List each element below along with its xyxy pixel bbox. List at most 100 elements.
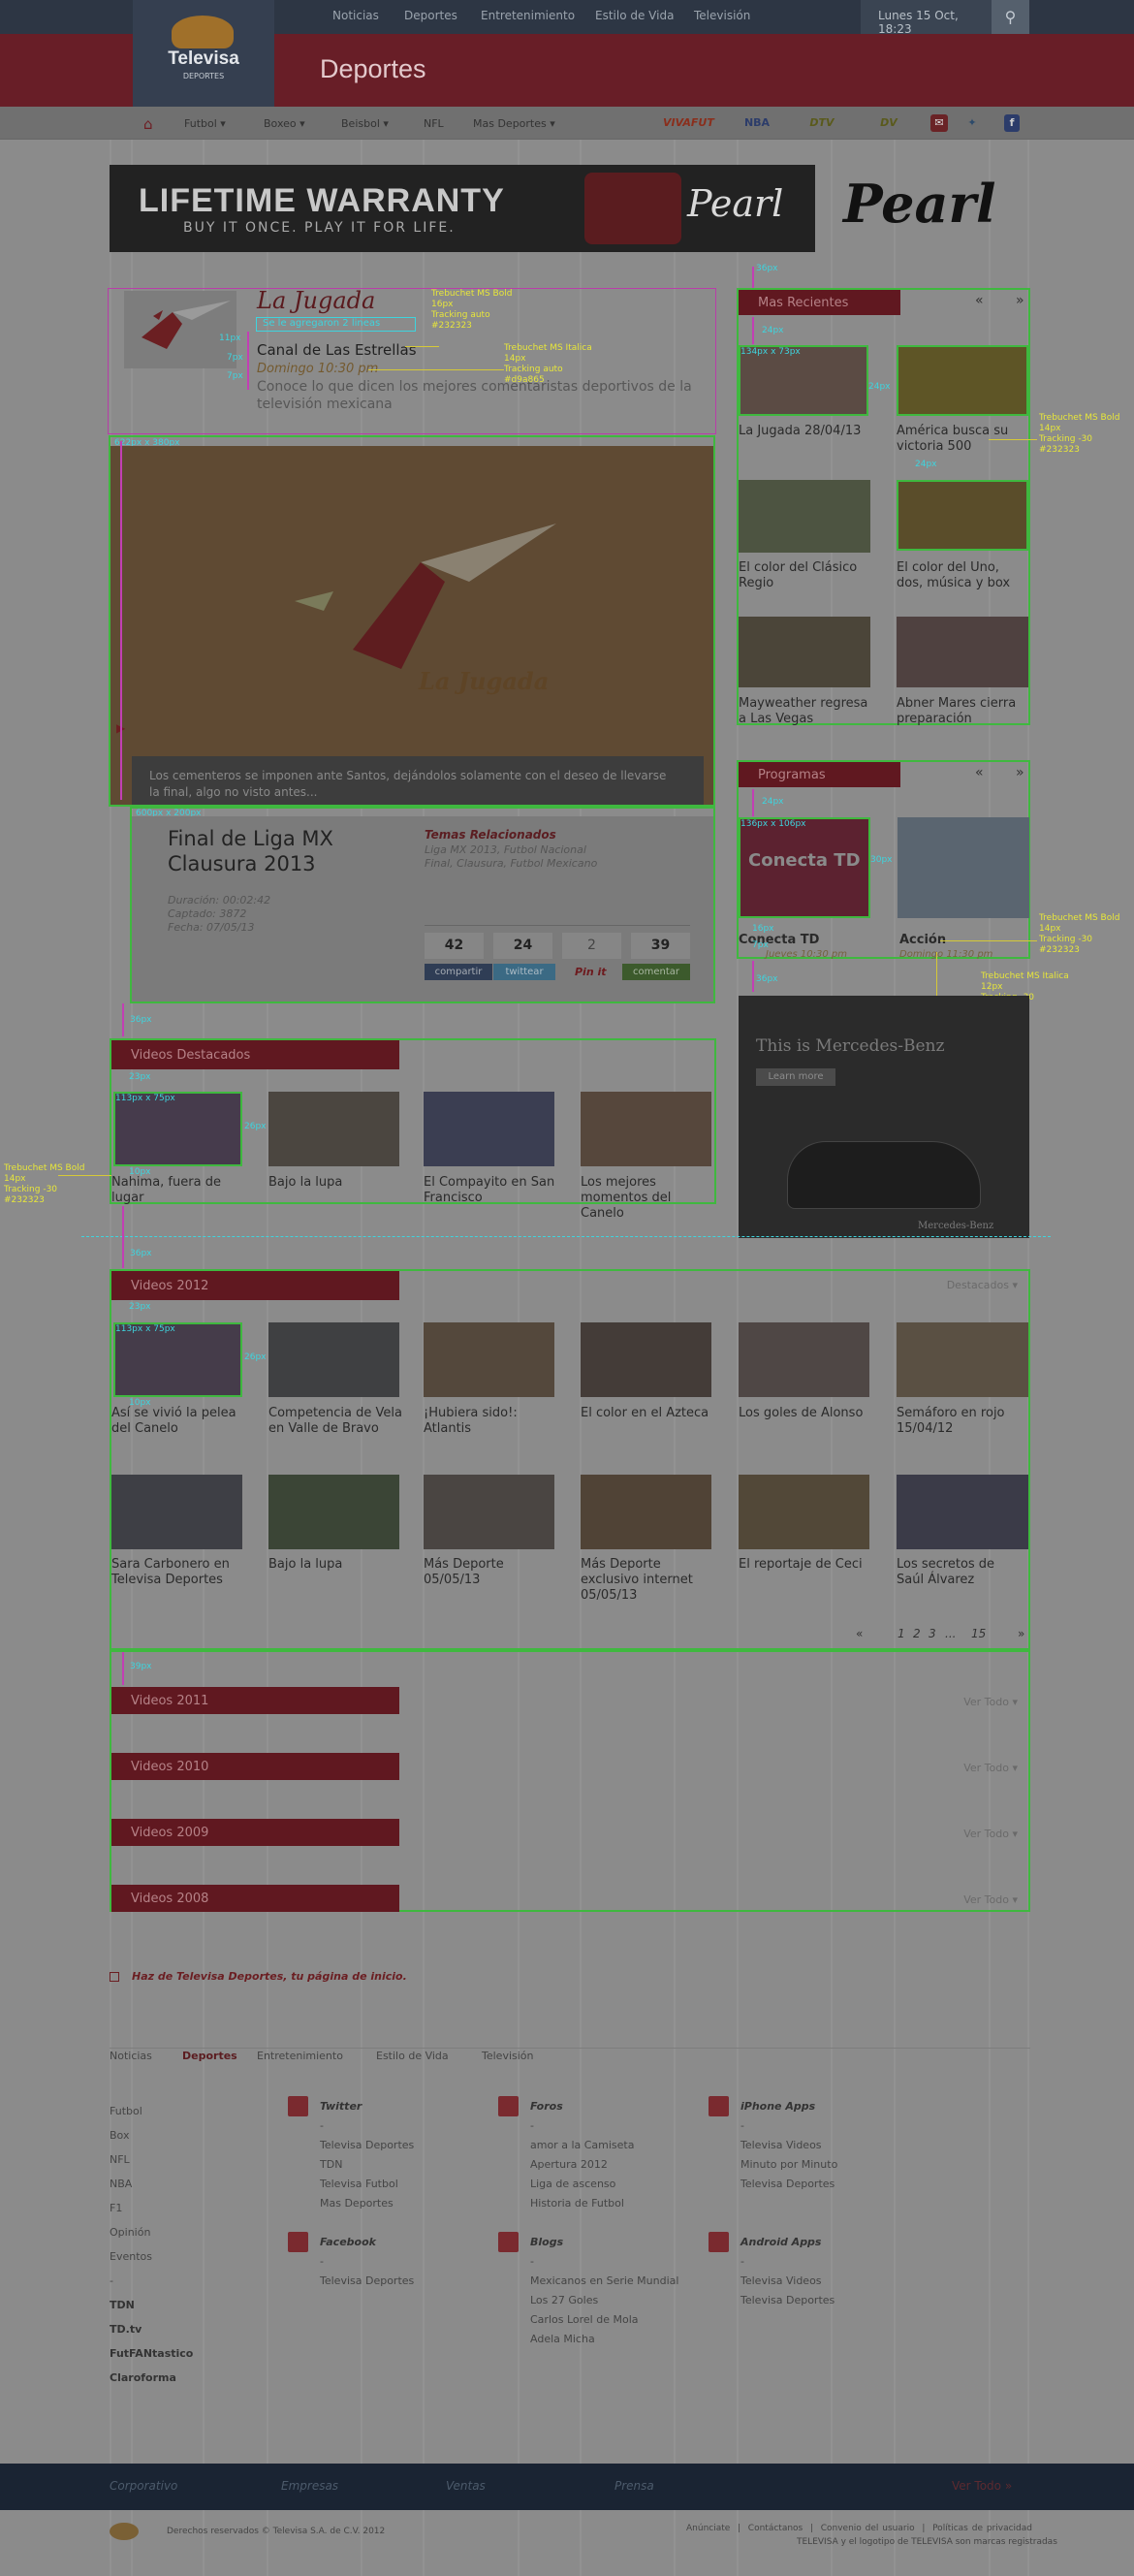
subnav-beisbol[interactable]: Beisbol ▾: [341, 117, 389, 130]
pagination-next-icon[interactable]: »: [1018, 1627, 1024, 1640]
v2012-thumb-5[interactable]: [739, 1322, 869, 1397]
prev-arrow-icon[interactable]: «: [975, 293, 984, 308]
twitter-icon[interactable]: ✦: [963, 114, 981, 132]
forum-icon[interactable]: [498, 2096, 519, 2116]
featured-thumb-2[interactable]: [268, 1092, 399, 1166]
corporate-link[interactable]: Corporativo: [110, 2479, 177, 2493]
top-link-noticias[interactable]: Noticias: [332, 9, 379, 22]
brand-vivafut[interactable]: VIVAFUT: [663, 114, 714, 132]
featured-caption-2[interactable]: Bajo la lupa: [268, 1175, 394, 1191]
featured-caption-1[interactable]: Nahima, fuera de lugar: [111, 1175, 237, 1206]
page-15[interactable]: 15: [971, 1627, 986, 1640]
videos2010-title[interactable]: Videos 2010: [111, 1753, 399, 1780]
related-line-1[interactable]: Liga MX 2013, Futbol Nacional: [425, 843, 586, 856]
videos2009-more[interactable]: Ver Todo ▾: [930, 1828, 1018, 1840]
v2012-thumb-4[interactable]: [581, 1322, 711, 1397]
footer-link[interactable]: TDN: [320, 2155, 414, 2175]
footer-link[interactable]: Televisa Deportes: [320, 2136, 414, 2155]
empresas-link[interactable]: Empresas: [281, 2479, 338, 2493]
televisa-small-logo[interactable]: [110, 2523, 139, 2540]
v2012-caption-11[interactable]: El reportaje de Ceci: [739, 1557, 874, 1573]
v2012-caption-12[interactable]: Los secretos de Saúl Álvarez: [897, 1557, 1023, 1588]
twitter-icon[interactable]: [288, 2096, 308, 2116]
footer-link[interactable]: Eventos: [110, 2244, 206, 2269]
recent-caption-5[interactable]: Mayweather regresa a Las Vegas: [739, 696, 870, 727]
footer-link[interactable]: FutFANtastico: [110, 2341, 206, 2366]
v2012-thumb-2[interactable]: [268, 1322, 399, 1397]
recent-thumb-3[interactable]: [739, 480, 870, 553]
footer-link[interactable]: F1: [110, 2196, 206, 2220]
footer-link[interactable]: Liga de ascenso: [530, 2175, 634, 2194]
footer-nav-noticias[interactable]: Noticias: [110, 2047, 152, 2066]
legal-link[interactable]: Contáctanos: [748, 2524, 803, 2533]
footer-link[interactable]: Futbol: [110, 2099, 206, 2123]
footer-link[interactable]: Televisa Futbol: [320, 2175, 414, 2194]
footer-link[interactable]: NBA: [110, 2172, 206, 2196]
recent-caption-3[interactable]: El color del Clásico Regio: [739, 560, 870, 591]
footer-link[interactable]: Carlos Lorel de Mola: [530, 2310, 678, 2330]
facebook-icon[interactable]: [288, 2232, 308, 2252]
share-facebook-button[interactable]: compartir: [425, 964, 492, 980]
comment-button[interactable]: comentar: [622, 964, 690, 980]
v2012-thumb-7[interactable]: [111, 1475, 242, 1549]
footer-link[interactable]: Televisa Deportes: [740, 2291, 835, 2310]
v2012-caption-1[interactable]: Así se vivió la pelea del Canelo: [111, 1406, 247, 1437]
recent-caption-4[interactable]: El color del Uno, dos, música y box: [897, 560, 1028, 591]
legal-link[interactable]: Políticas de privacidad: [932, 2524, 1032, 2533]
videos2011-title[interactable]: Videos 2011: [111, 1687, 399, 1714]
footer-link[interactable]: Claroforma: [110, 2366, 206, 2390]
mercedes-cta[interactable]: Learn more: [756, 1068, 835, 1086]
featured-thumb-3[interactable]: [424, 1092, 554, 1166]
homepage-checkbox[interactable]: [110, 1972, 119, 1982]
recent-caption-6[interactable]: Abner Mares cierra preparación: [897, 696, 1028, 727]
videos2010-more[interactable]: Ver Todo ▾: [930, 1762, 1018, 1774]
videos2008-title[interactable]: Videos 2008: [111, 1885, 399, 1912]
videos2012-filter[interactable]: Destacados ▾: [926, 1279, 1018, 1291]
prensa-link[interactable]: Prensa: [614, 2479, 654, 2493]
v2012-caption-5[interactable]: Los goles de Alonso: [739, 1406, 874, 1421]
footer-link[interactable]: Televisa Deportes: [740, 2175, 837, 2194]
homepage-note[interactable]: Haz de Televisa Deportes, tu página de i…: [132, 1970, 407, 1983]
v2012-thumb-9[interactable]: [424, 1475, 554, 1549]
facebook-icon[interactable]: f: [1004, 114, 1020, 132]
v2012-caption-2[interactable]: Competencia de Vela en Valle de Bravo: [268, 1406, 404, 1437]
recent-caption-1[interactable]: La Jugada 28/04/13: [739, 424, 870, 439]
subnav-boxeo[interactable]: Boxeo ▾: [264, 117, 305, 130]
footer-link[interactable]: Los 27 Goles: [530, 2291, 678, 2310]
v2012-caption-9[interactable]: Más Deporte 05/05/13: [424, 1557, 559, 1588]
brand-dtv[interactable]: DTV: [803, 114, 841, 132]
recent-thumb-5[interactable]: [739, 617, 870, 687]
videos2008-more[interactable]: Ver Todo ▾: [930, 1893, 1018, 1906]
v2012-caption-6[interactable]: Semáforo en rojo 15/04/12: [897, 1406, 1023, 1437]
v2012-thumb-11[interactable]: [739, 1475, 869, 1549]
footer-link[interactable]: Minuto por Minuto: [740, 2155, 837, 2175]
recent-thumb-6[interactable]: [897, 617, 1028, 687]
v2012-thumb-8[interactable]: [268, 1475, 399, 1549]
brand-nba[interactable]: NBA: [739, 114, 775, 132]
footer-link[interactable]: NFL: [110, 2147, 206, 2172]
v2012-caption-3[interactable]: ¡Hubiera sido!: Atlantis: [424, 1406, 550, 1437]
android-icon[interactable]: [709, 2232, 729, 2252]
footer-link[interactable]: Apertura 2012: [530, 2155, 634, 2175]
brand-dv[interactable]: DV: [872, 114, 905, 132]
footer-link[interactable]: Mexicanos en Serie Mundial: [530, 2272, 678, 2291]
featured-caption-4[interactable]: Los mejores momentos del Canelo: [581, 1175, 716, 1222]
mail-icon[interactable]: ✉: [930, 114, 948, 132]
v2012-thumb-12[interactable]: [897, 1475, 1028, 1549]
v2012-caption-8[interactable]: Bajo la lupa: [268, 1557, 404, 1573]
footer-link[interactable]: TDN: [110, 2293, 206, 2317]
footer-nav-estilo[interactable]: Estilo de Vida: [376, 2047, 449, 2066]
subnav-nfl[interactable]: NFL: [424, 117, 444, 130]
v2012-thumb-6[interactable]: [897, 1322, 1028, 1397]
iphone-icon[interactable]: [709, 2096, 729, 2116]
videos2011-more[interactable]: Ver Todo ▾: [930, 1696, 1018, 1708]
home-icon[interactable]: ⌂: [143, 115, 153, 133]
top-link-television[interactable]: Televisión: [694, 9, 750, 22]
ad-side-brand[interactable]: Pearl: [843, 173, 995, 235]
footer-link[interactable]: Historia de Futbol: [530, 2194, 634, 2213]
page-1[interactable]: 1: [898, 1627, 905, 1640]
next-arrow-icon[interactable]: »: [1016, 293, 1024, 308]
legal-link[interactable]: Convenio del usuario: [821, 2524, 915, 2533]
search-button[interactable]: ⚲: [992, 0, 1029, 34]
pin-it-button[interactable]: Pin it: [575, 964, 614, 980]
